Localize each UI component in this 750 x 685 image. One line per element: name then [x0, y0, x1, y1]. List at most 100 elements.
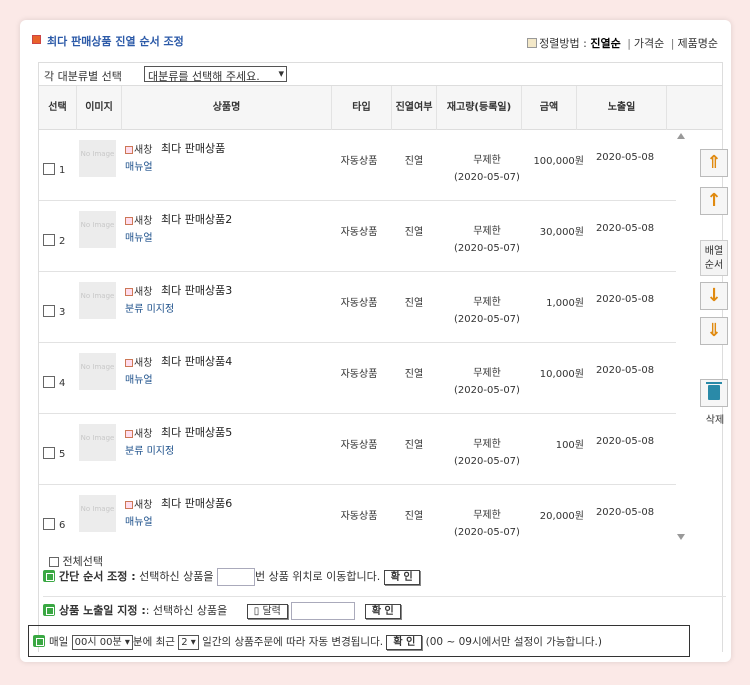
product-type: 자동상품: [340, 227, 378, 238]
row-number: 2: [59, 236, 66, 247]
product-price: 10,000원: [539, 369, 584, 380]
product-category: 매뉴얼: [125, 517, 153, 528]
table-row: 5 No Image 새창 최다 판매상품5 분류 미지정 자동상품 진열 무제한 (2020-…: [39, 414, 676, 485]
product-display: 진열: [404, 298, 424, 309]
product-category: 분류 미지정: [125, 446, 175, 457]
row-checkbox[interactable]: [43, 447, 55, 459]
expose-confirm-button[interactable]: 확 인: [364, 603, 401, 619]
row-checkbox[interactable]: [43, 305, 55, 317]
auto-time-select[interactable]: 00시 00분 ▾: [71, 634, 133, 650]
move-up-button[interactable]: ↑: [700, 187, 728, 215]
sort-label: 정렬방법 :: [539, 37, 587, 50]
auto-note: (00 ~ 09시에서만 설정이 가능합니다.): [425, 636, 602, 648]
title-bullet-icon: [32, 35, 41, 44]
new-window-icon: [125, 217, 133, 225]
new-window-icon: [125, 430, 133, 438]
table-row: 4 No Image 새창 최다 판매상품4 매뉴얼 자동상품 진열 무제한 (2020-05-…: [39, 343, 676, 414]
scroll-down-icon[interactable]: [677, 534, 685, 540]
product-image: No Image: [79, 424, 116, 461]
row-number: 5: [59, 449, 66, 460]
main-panel: 최다 판매상품 진열 순서 조정 정렬방법 : 진열순 | 가격순 | 제품명순 각…: [20, 20, 731, 662]
move-bottom-button[interactable]: ⇓: [700, 317, 728, 345]
product-price: 30,000원: [539, 227, 584, 238]
table-row: 3 No Image 새창 최다 판매상품3 분류 미지정 자동상품 진열 무제한 (2020-…: [39, 272, 676, 343]
sort-display-order[interactable]: 진열순: [590, 37, 620, 50]
category-select[interactable]: 대분류를 선택해 주세요. ▾: [144, 66, 287, 83]
auto-order-box: 매일 00시 00분 ▾ 분에 최근 2 ▾ 일간의 상품주문에 따라 자동 변경…: [28, 625, 690, 657]
table-row: 2 No Image 새창 최다 판매상품2 매뉴얼 자동상품 진열 무제한 (2020-05-…: [39, 201, 676, 272]
quick-order-icon: [43, 570, 55, 582]
col-stock: 재고량(등록일): [437, 86, 522, 130]
new-window-link[interactable]: 새창: [125, 496, 152, 511]
sort-options: 정렬방법 : 진열순 | 가격순 | 제품명순: [527, 35, 718, 51]
product-display: 진열: [404, 440, 424, 451]
new-window-icon: [125, 146, 133, 154]
row-checkbox[interactable]: [43, 518, 55, 530]
expose-date-icon: [43, 604, 55, 616]
arrow-up-icon: ↑: [706, 190, 722, 211]
row-checkbox[interactable]: [43, 376, 55, 388]
product-type: 자동상품: [340, 369, 378, 380]
product-name[interactable]: 최다 판매상품2: [161, 211, 232, 227]
product-name[interactable]: 최다 판매상품4: [161, 353, 232, 369]
product-name[interactable]: 최다 판매상품: [161, 140, 225, 156]
product-name[interactable]: 최다 판매상품6: [161, 495, 232, 511]
product-date: 2020-05-08: [595, 365, 655, 376]
product-display: 진열: [404, 369, 424, 380]
product-rows: 1 No Image 새창 최다 판매상품 매뉴얼 자동상품 진열 무제한 (2020-05-0…: [39, 130, 676, 544]
row-number: 4: [59, 378, 66, 389]
delete-button[interactable]: [700, 379, 728, 407]
quick-confirm-button[interactable]: 확 인: [383, 569, 420, 585]
scrollbar[interactable]: [676, 130, 686, 544]
position-input[interactable]: [216, 568, 255, 586]
new-window-icon: [125, 288, 133, 296]
product-name[interactable]: 최다 판매상품5: [161, 424, 232, 440]
move-top-button[interactable]: ⇑: [700, 149, 728, 177]
product-display: 진열: [404, 227, 424, 238]
new-window-link[interactable]: 새창: [125, 283, 152, 298]
product-date: 2020-05-08: [595, 507, 655, 518]
delete-label: 삭제: [705, 415, 725, 426]
calendar-button[interactable]: ▯ 달력: [246, 603, 288, 619]
row-checkbox[interactable]: [43, 234, 55, 246]
new-window-link[interactable]: 새창: [125, 141, 152, 156]
auto-confirm-button[interactable]: 확 인: [386, 634, 423, 650]
new-window-link[interactable]: 새창: [125, 425, 152, 440]
row-number: 3: [59, 307, 66, 318]
product-type: 자동상품: [340, 156, 378, 167]
move-down-button[interactable]: ↓: [700, 282, 728, 310]
product-category: 분류 미지정: [125, 304, 175, 315]
product-name[interactable]: 최다 판매상품3: [161, 282, 232, 298]
product-date: 2020-05-08: [595, 223, 655, 234]
new-window-link[interactable]: 새창: [125, 354, 152, 369]
arrow-bottom-icon: ⇓: [706, 320, 722, 341]
product-price: 100원: [555, 440, 584, 451]
page-title: 최다 판매상품 진열 순서 조정: [47, 35, 184, 48]
arrow-top-icon: ⇑: [706, 152, 722, 173]
sort-name[interactable]: 제품명순: [678, 37, 718, 50]
auto-days-select[interactable]: 2 ▾: [178, 634, 199, 650]
new-window-icon: [125, 359, 133, 367]
table-header: 선택 이미지 상품명 타입 진열여부 재고량(등록일) 금액 노출일: [39, 86, 722, 130]
new-window-icon: [125, 501, 133, 509]
row-checkbox[interactable]: [43, 163, 55, 175]
col-display: 진열여부: [392, 86, 437, 130]
select-all-checkbox[interactable]: [49, 557, 59, 567]
product-image: No Image: [79, 140, 116, 177]
category-row: 각 대분류별 선택 대분류를 선택해 주세요. ▾: [39, 63, 722, 86]
new-window-link[interactable]: 새창: [125, 212, 152, 227]
expose-date-input[interactable]: [291, 602, 356, 620]
sort-price[interactable]: 가격순: [634, 37, 664, 50]
product-type: 자동상품: [340, 440, 378, 451]
product-category: 매뉴얼: [125, 375, 153, 386]
product-category: 매뉴얼: [125, 162, 153, 173]
row-number: 6: [59, 520, 66, 531]
product-display: 진열: [404, 511, 424, 522]
row-number: 1: [59, 165, 66, 176]
col-date: 노출일: [577, 86, 667, 130]
table-row: 6 No Image 새창 최다 판매상품6 매뉴얼 자동상품 진열 무제한 (2020-05-…: [39, 485, 676, 544]
col-price: 금액: [522, 86, 577, 130]
order-label: 배열 순서: [700, 240, 728, 276]
product-date: 2020-05-08: [595, 152, 655, 163]
scroll-up-icon[interactable]: [677, 133, 685, 139]
